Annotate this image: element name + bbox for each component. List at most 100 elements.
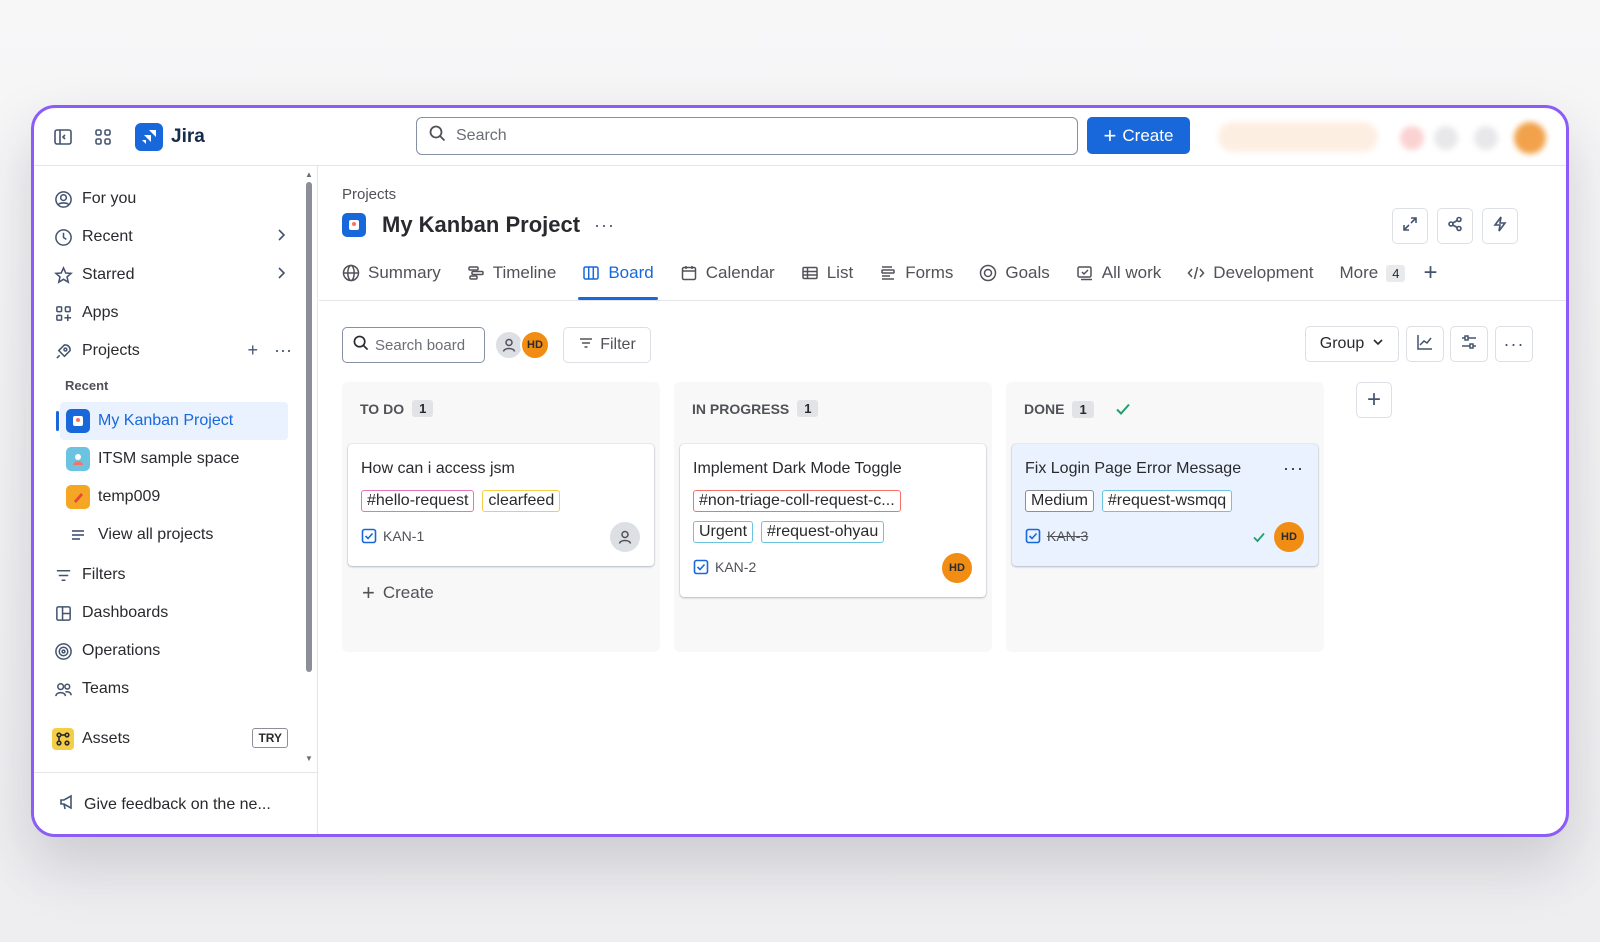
- more-options-icon[interactable]: ···: [274, 340, 292, 361]
- jira-logo-icon[interactable]: [135, 123, 163, 151]
- user-avatar-hd[interactable]: HD: [520, 330, 550, 360]
- app-switcher-icon[interactable]: [91, 125, 115, 149]
- filter-button[interactable]: Filter: [563, 327, 651, 363]
- add-project-icon[interactable]: +: [248, 340, 259, 361]
- assignee-filter-avatars: HD: [494, 330, 550, 360]
- project-avatar-icon: [66, 485, 90, 509]
- share-button[interactable]: [1437, 208, 1473, 244]
- card-title: Fix Login Page Error Message: [1025, 460, 1242, 477]
- sidebar-view-all-projects[interactable]: View all projects: [60, 516, 288, 554]
- sidebar-item-for-you[interactable]: For you: [52, 182, 292, 216]
- chevron-right-icon[interactable]: [274, 228, 288, 247]
- app-name[interactable]: Jira: [171, 126, 205, 148]
- issue-card-kan-2[interactable]: Implement Dark Mode Toggle #non-triage-c…: [680, 444, 986, 597]
- chevron-right-icon[interactable]: [274, 266, 288, 285]
- scroll-up-icon[interactable]: ▲: [305, 170, 313, 179]
- more-actions-button[interactable]: ···: [1495, 326, 1533, 362]
- tab-summary[interactable]: Summary: [342, 254, 441, 292]
- notifications-icon[interactable]: [1400, 126, 1424, 150]
- assets-icon: [52, 728, 74, 750]
- plus-icon: +: [362, 580, 375, 605]
- teams-icon: [52, 678, 74, 700]
- label-tag[interactable]: #non-triage-coll-request-c...: [693, 490, 901, 512]
- label-tag[interactable]: #request-ohyau: [761, 521, 885, 543]
- issue-card-kan-1[interactable]: How can i access jsm #hello-request clea…: [348, 444, 654, 566]
- board-search-input[interactable]: [375, 336, 479, 354]
- sidebar-item-operations[interactable]: Operations: [52, 634, 292, 668]
- timeline-icon: [467, 264, 485, 282]
- issue-key[interactable]: KAN-1: [383, 528, 424, 544]
- tab-forms[interactable]: Forms: [879, 254, 953, 292]
- insights-button[interactable]: [1406, 326, 1444, 362]
- more-options-icon[interactable]: ···: [594, 215, 615, 236]
- sidebar-item-projects[interactable]: Projects + ···: [52, 334, 292, 368]
- tab-all-work[interactable]: All work: [1076, 254, 1161, 292]
- scroll-thumb[interactable]: [306, 182, 312, 672]
- breadcrumb[interactable]: Projects: [342, 186, 396, 203]
- label-tag[interactable]: #request-wsmqq: [1101, 490, 1233, 512]
- fullscreen-button[interactable]: [1392, 208, 1428, 244]
- board-search[interactable]: [342, 327, 485, 363]
- unassigned-avatar-icon[interactable]: [610, 522, 640, 552]
- assignee-avatar[interactable]: HD: [1274, 522, 1304, 552]
- tab-goals[interactable]: Goals: [979, 254, 1050, 292]
- list-icon: [801, 264, 819, 282]
- issue-key[interactable]: KAN-2: [715, 559, 756, 575]
- megaphone-icon: [58, 793, 76, 816]
- task-checkbox-icon: [361, 528, 377, 544]
- project-name: temp009: [98, 488, 161, 505]
- create-issue-button[interactable]: + Create: [362, 582, 434, 604]
- global-search[interactable]: [416, 117, 1078, 155]
- task-checkbox-icon: [693, 559, 709, 575]
- issue-key[interactable]: KAN-3: [1047, 528, 1088, 544]
- sidebar-scrollbar[interactable]: ▲ ▼: [304, 170, 314, 763]
- filter-icon: [52, 564, 74, 586]
- sidebar: ▲ ▼ For you Recent Starred Apps Projects…: [34, 166, 318, 834]
- tab-board[interactable]: Board: [578, 254, 659, 300]
- tab-calendar[interactable]: Calendar: [680, 254, 775, 292]
- sidebar-item-recent[interactable]: Recent: [52, 220, 292, 254]
- sidebar-toggle-icon[interactable]: [51, 125, 75, 149]
- tab-timeline[interactable]: Timeline: [467, 254, 556, 292]
- group-dropdown[interactable]: Group: [1305, 326, 1399, 362]
- sidebar-item-starred[interactable]: Starred: [52, 258, 292, 292]
- view-settings-button[interactable]: [1450, 326, 1488, 362]
- add-tab-button[interactable]: +: [1423, 254, 1437, 292]
- tab-more[interactable]: More 4: [1339, 254, 1406, 292]
- goals-icon: [979, 264, 997, 282]
- feedback-button[interactable]: Give feedback on the ne...: [58, 793, 271, 816]
- tab-development[interactable]: Development: [1187, 254, 1313, 292]
- settings-icon[interactable]: [1474, 126, 1498, 150]
- label-tag[interactable]: #hello-request: [361, 490, 475, 512]
- issue-card-kan-3[interactable]: Fix Login Page Error Message ··· Medium …: [1012, 444, 1318, 566]
- expand-icon: [1402, 216, 1418, 237]
- sidebar-item-teams[interactable]: Teams: [52, 672, 292, 706]
- sidebar-item-label: Filters: [82, 566, 126, 583]
- main-content: Projects My Kanban Project ··· Summary T…: [319, 166, 1566, 834]
- sidebar-item-dashboards[interactable]: Dashboards: [52, 596, 292, 630]
- add-column-button[interactable]: +: [1356, 382, 1392, 418]
- label-tag[interactable]: clearfeed: [482, 490, 561, 512]
- page-title: My Kanban Project: [382, 212, 581, 237]
- search-input[interactable]: [456, 127, 1016, 145]
- more-options-icon[interactable]: ···: [1283, 458, 1304, 479]
- user-avatar[interactable]: [1514, 122, 1546, 154]
- automation-button[interactable]: [1482, 208, 1518, 244]
- label-tag[interactable]: Urgent: [693, 521, 754, 543]
- sidebar-item-assets[interactable]: Assets TRY: [52, 722, 292, 756]
- scroll-down-icon[interactable]: ▼: [305, 754, 313, 763]
- project-avatar-icon: [66, 447, 90, 471]
- create-button[interactable]: + Create: [1087, 117, 1190, 154]
- assignee-avatar[interactable]: HD: [942, 553, 972, 583]
- label-tag[interactable]: Medium: [1025, 490, 1094, 512]
- tabs-divider: [319, 300, 1566, 301]
- sidebar-item-filters[interactable]: Filters: [52, 558, 292, 592]
- apps-icon: [52, 302, 74, 324]
- sidebar-item-apps[interactable]: Apps: [52, 296, 292, 330]
- sidebar-project-temp009[interactable]: temp009: [60, 478, 288, 516]
- sidebar-item-label: Dashboards: [82, 604, 169, 621]
- sidebar-project-my-kanban[interactable]: My Kanban Project: [56, 402, 288, 440]
- tab-list[interactable]: List: [801, 254, 853, 292]
- help-icon[interactable]: [1434, 126, 1458, 150]
- sidebar-project-itsm[interactable]: ITSM sample space: [60, 440, 288, 478]
